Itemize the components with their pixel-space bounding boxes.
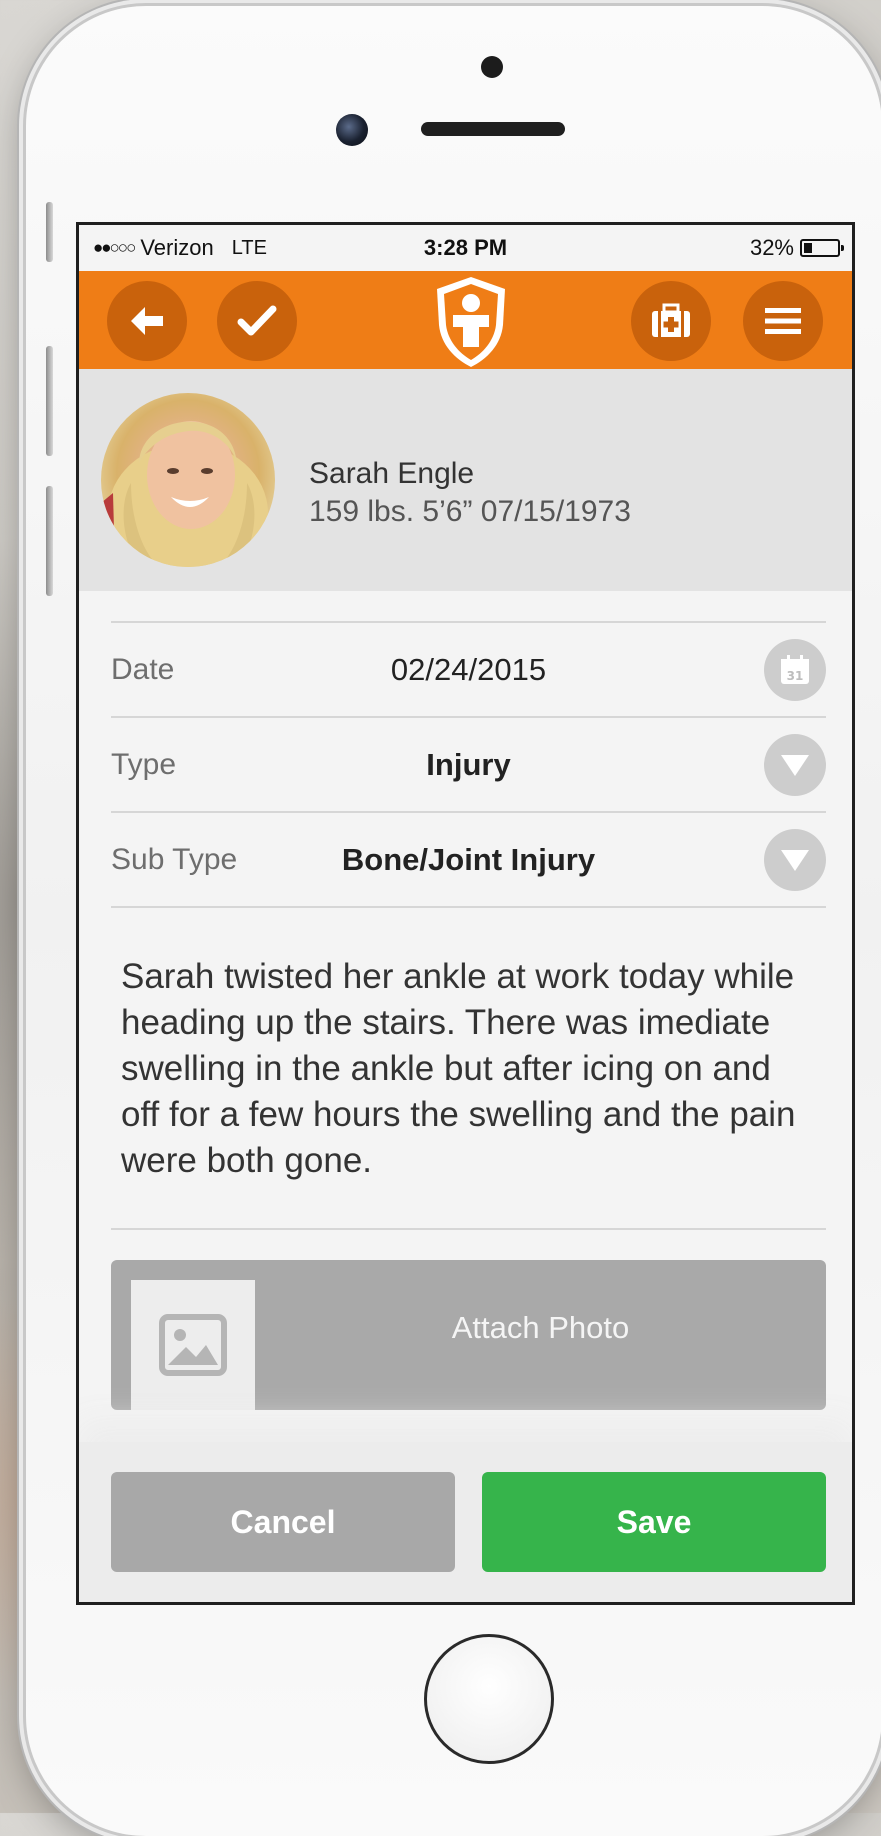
save-button[interactable]: Save (482, 1472, 826, 1572)
incident-form: Date 02/24/2015 31 Type Injury Sub Type … (79, 591, 852, 1410)
first-aid-kit-icon (652, 303, 690, 337)
divider (111, 1228, 826, 1230)
patient-stats: 159 lbs. 5’6” 07/15/1973 (309, 495, 631, 528)
hamburger-menu-icon (765, 308, 801, 334)
attach-photo-label: Attach Photo (451, 1310, 630, 1345)
arrow-left-icon (131, 307, 163, 335)
carrier-name: Verizon (140, 235, 214, 260)
attach-photo-button[interactable]: Attach Photo (111, 1260, 826, 1410)
proximity-sensor (481, 56, 503, 78)
date-row[interactable]: Date 02/24/2015 31 (111, 623, 826, 716)
triangle-down-icon (781, 849, 809, 871)
type-label: Type (111, 747, 177, 781)
image-icon (159, 1314, 227, 1376)
back-button[interactable] (107, 281, 187, 361)
patient-name: Sarah Engle (309, 457, 475, 490)
network-type: LTE (231, 236, 267, 259)
confirm-button[interactable] (217, 281, 297, 361)
photo-placeholder (131, 1280, 255, 1410)
triangle-down-icon (781, 754, 809, 776)
patient-profile-header: Sarah Engle 159 lbs. 5’6” 07/15/1973 (79, 369, 852, 591)
home-button[interactable] (424, 1634, 554, 1764)
signal-strength-icon: ●●○○○ (93, 238, 136, 257)
volume-up-button (46, 346, 53, 456)
first-aid-button[interactable] (631, 281, 711, 361)
subtype-label: Sub Type (111, 842, 238, 876)
type-dropdown-button[interactable] (764, 733, 826, 796)
action-footer: Cancel Save (79, 1442, 852, 1602)
battery-icon (800, 239, 844, 257)
battery-level-fill (804, 243, 812, 253)
cancel-button[interactable]: Cancel (111, 1472, 455, 1572)
mute-switch (46, 202, 53, 262)
calendar-day: 31 (787, 669, 804, 683)
calendar-button[interactable]: 31 (764, 638, 826, 701)
incident-notes-textarea[interactable]: Sarah twisted her ankle at work today wh… (111, 908, 826, 1228)
avatar (101, 393, 275, 567)
subtype-dropdown-button[interactable] (764, 828, 826, 891)
checkmark-icon (237, 305, 277, 336)
front-camera (336, 114, 368, 146)
medical-shield-logo-icon (431, 273, 511, 371)
subtype-row[interactable]: Sub Type Bone/Joint Injury (111, 813, 826, 906)
menu-button[interactable] (743, 281, 823, 361)
earpiece-speaker (421, 122, 565, 136)
battery-percent: 32% (749, 235, 794, 260)
date-label: Date (111, 652, 175, 686)
status-bar: ●●○○○ Verizon LTE 3:28 PM 32% (79, 225, 852, 271)
top-navigation-bar (79, 271, 852, 369)
calendar-icon: 31 (781, 654, 809, 684)
app-screen: ●●○○○ Verizon LTE 3:28 PM 32% Sarah Engl… (76, 222, 855, 1605)
volume-down-button (46, 486, 53, 596)
type-row[interactable]: Type Injury (111, 718, 826, 811)
